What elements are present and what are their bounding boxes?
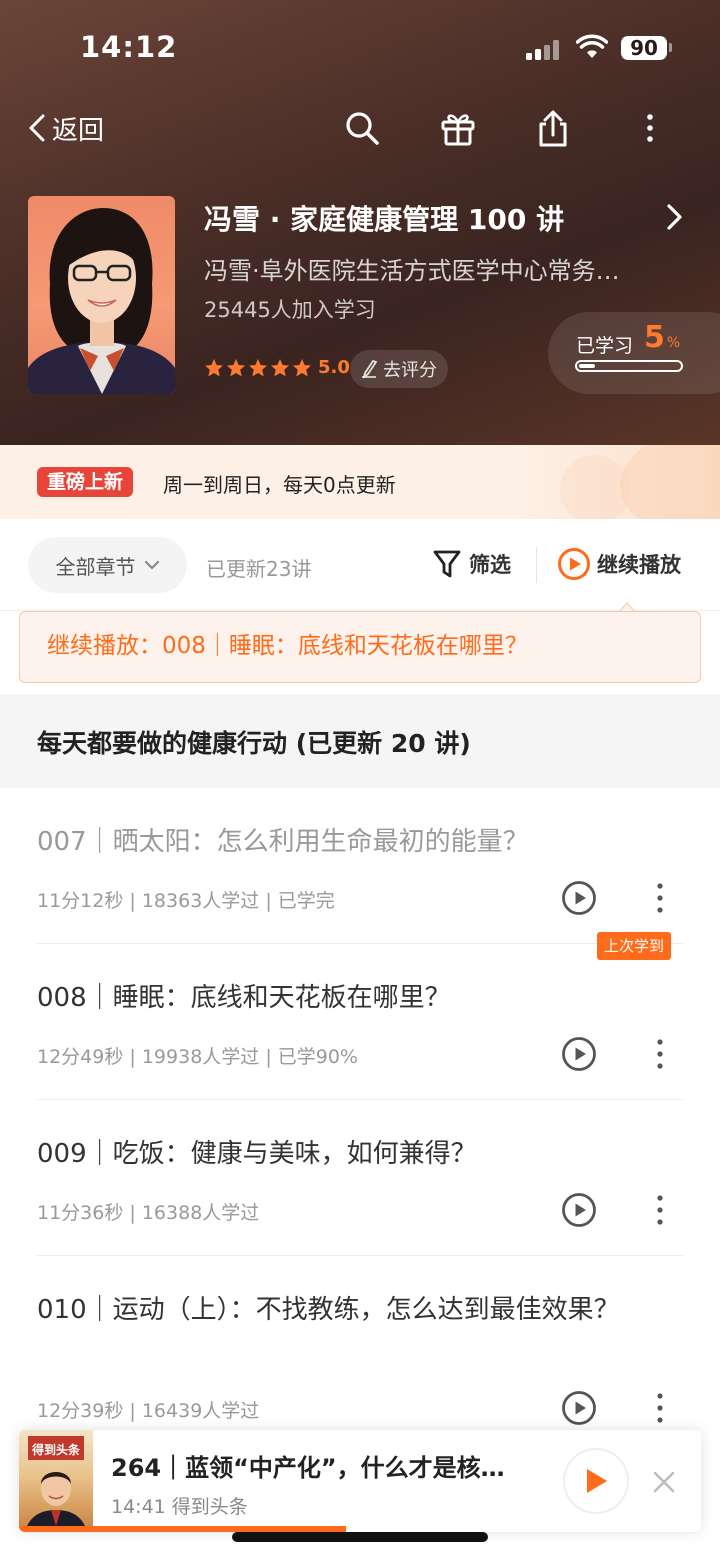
gift-icon[interactable] [438,108,478,148]
mini-play-button[interactable] [563,1448,629,1514]
update-notice: 重磅上新 周一到周日，每天0点更新 [0,445,720,519]
rate-button[interactable]: 去评分 [350,350,448,388]
instructor-portrait [28,208,175,394]
updated-count: 已更新23讲 [206,557,312,581]
progress-value: 5% [644,320,681,355]
wifi-icon [576,34,608,58]
battery-tip [669,43,672,52]
lesson-meta: 11分36秒 | 16388人学过 [37,1202,260,1224]
mini-player-subtitle: 14:41 得到头条 [111,1496,248,1518]
course-author: 冯雪·阜外医院生活方式医学中心常务… [204,257,620,285]
star-icon [249,358,267,376]
toolbar-divider [536,547,537,583]
top-nav: 返回 [0,104,720,152]
notice-decoration [560,455,630,519]
home-indicator [232,1532,488,1542]
rating-stars: 5.0 [204,357,350,378]
lesson-item[interactable]: 009｜吃饭：健康与美味，如何兼得？ 11分36秒 | 16388人学过 [37,1100,683,1256]
mini-player-thumbnail[interactable]: 得到头条 [19,1430,93,1532]
star-icon [227,358,245,376]
lesson-meta: 11分12秒 | 18363人学过 | 已学完 [37,890,335,912]
back-label: 返回 [52,115,105,146]
chevron-left-icon [29,114,45,142]
back-button[interactable]: 返回 [28,108,104,148]
continue-play-label: 继续播放 [597,553,681,577]
pencil-icon [362,360,377,378]
play-circle-icon[interactable] [561,1390,597,1426]
section-header: 每天都要做的健康行动 (已更新 20 讲) [0,694,720,788]
new-badge: 重磅上新 [37,467,134,497]
search-icon[interactable] [342,108,382,148]
chapter-select-label: 全部章节 [55,554,136,579]
mini-player-title: 264｜蓝领“中产化”，什么才是核… [111,1454,505,1482]
more-vertical-icon[interactable] [630,108,670,148]
course-title[interactable]: 冯雪 · 家庭健康管理 100 讲 [204,198,564,238]
play-circle-icon[interactable] [561,880,597,916]
notice-decoration [620,445,720,519]
star-icon [293,358,311,376]
thumbnail-text: 得到头条 [31,1442,81,1457]
play-circle-icon [558,548,590,580]
progress-bar-fill [579,364,595,368]
play-icon [587,1469,607,1493]
last-studied-badge: 上次学到 [597,932,672,960]
signal-icon [526,40,564,60]
continue-play-button[interactable]: 继续播放 [557,547,681,581]
course-header: 14:12 90 返回 冯雪 · 家庭健康管理 100 讲 冯雪·阜外医院生活方… [0,0,720,445]
progress-label: 已学习 [576,335,634,357]
lesson-meta: 12分49秒 | 19938人学过 | 已学90% [37,1046,358,1068]
star-icon [205,358,223,376]
host-portrait: 得到头条 [25,1436,87,1532]
more-vertical-icon[interactable] [654,1037,666,1071]
filter-label: 筛选 [469,553,511,577]
play-circle-icon[interactable] [561,1192,597,1228]
rate-label: 去评分 [383,360,437,381]
progress-bar [575,360,683,372]
lesson-title: 008｜睡眠：底线和天花板在哪里？ [37,983,451,1013]
lesson-item[interactable]: 007｜晒太阳：怎么利用生命最初的能量？ 11分12秒 | 18363人学过 |… [37,788,683,944]
lesson-item[interactable]: 010｜运动（上）：不找教练，怎么达到最佳效果？ 12分39秒 | 16439人… [37,1256,683,1436]
filter-button[interactable]: 筛选 [433,549,511,579]
chapter-select[interactable]: 全部章节 [28,537,187,593]
chevron-right-icon[interactable] [664,203,686,231]
battery-indicator: 90 [621,36,667,60]
more-vertical-icon[interactable] [654,1193,666,1227]
play-circle-icon[interactable] [561,1036,597,1072]
status-bar: 14:12 90 [0,28,720,68]
lesson-title: 010｜运动（上）：不找教练，怎么达到最佳效果？ [37,1295,620,1325]
share-icon[interactable] [533,108,573,148]
course-cover-image[interactable] [28,196,175,394]
section-title: 每天都要做的健康行动 (已更新 20 讲) [37,729,471,758]
more-vertical-icon[interactable] [654,881,666,915]
filter-icon [433,550,461,578]
learning-progress: 已学习 5% [548,312,720,394]
lesson-title: 007｜晒太阳：怎么利用生命最初的能量？ [37,827,529,857]
resume-playback-bar[interactable]: 继续播放：008｜睡眠：底线和天花板在哪里？ [19,611,701,683]
chevron-down-icon [144,560,159,570]
status-time: 14:12 [80,30,178,64]
lesson-item[interactable]: 上次学到 008｜睡眠：底线和天花板在哪里？ 12分49秒 | 19938人学过… [37,932,683,1100]
chapter-toolbar: 全部章节 已更新23讲 筛选 继续播放 [0,519,720,611]
more-vertical-icon[interactable] [654,1391,666,1425]
close-icon[interactable] [652,1470,676,1494]
lesson-title: 009｜吃饭：健康与美味，如何兼得？ [37,1139,477,1169]
rating-score: 5.0 [318,357,350,378]
star-icon [271,358,289,376]
mini-player[interactable]: 得到头条 264｜蓝领“中产化”，什么才是核… 14:41 得到头条 [19,1430,701,1532]
notice-text: 周一到周日，每天0点更新 [163,473,396,497]
lesson-meta: 12分39秒 | 16439人学过 [37,1400,260,1422]
learner-count: 25445人加入学习 [204,298,376,322]
